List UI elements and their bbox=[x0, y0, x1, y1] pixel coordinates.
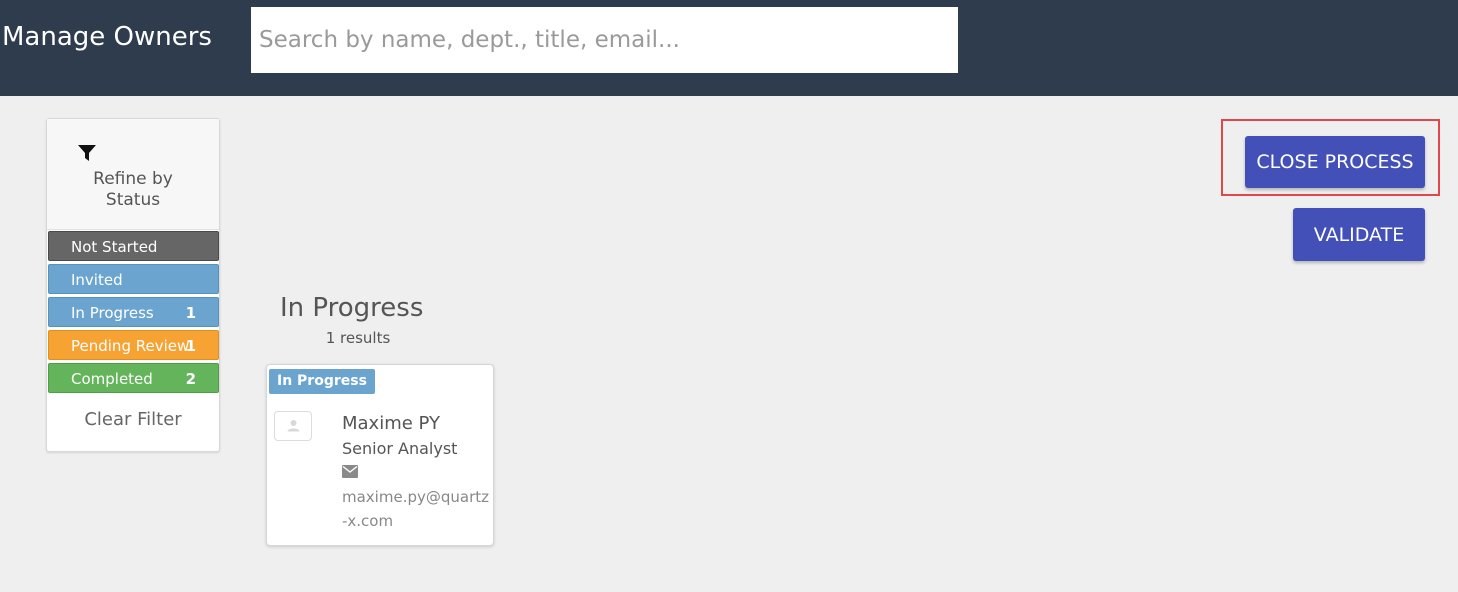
owner-name: Maxime PY bbox=[342, 413, 440, 434]
status-filter-completed[interactable]: Completed 2 bbox=[48, 363, 219, 393]
status-filter-not-started[interactable]: Not Started bbox=[48, 231, 219, 261]
filter-icon bbox=[78, 145, 96, 161]
status-filter-in-progress[interactable]: In Progress 1 bbox=[48, 297, 219, 327]
status-count: 1 bbox=[185, 337, 196, 355]
status-count: 1 bbox=[185, 304, 196, 322]
status-label: Pending Review bbox=[71, 337, 190, 355]
owner-card[interactable]: In Progress Maxime PY Senior Analyst max… bbox=[266, 364, 494, 546]
status-label: Completed bbox=[71, 370, 153, 388]
close-process-button[interactable]: CLOSE PROCESS bbox=[1245, 136, 1425, 188]
section-title: In Progress bbox=[280, 293, 424, 323]
owner-job-title: Senior Analyst bbox=[342, 439, 458, 458]
clear-filter-link[interactable]: Clear Filter bbox=[47, 409, 219, 430]
status-filter-invited[interactable]: Invited bbox=[48, 264, 219, 294]
search-input[interactable] bbox=[251, 7, 958, 73]
search-box[interactable] bbox=[251, 7, 958, 73]
status-label: Invited bbox=[71, 271, 123, 289]
owner-email-link[interactable]: maxime.py@quartz-x.com bbox=[342, 485, 493, 533]
filter-header: Refine by Status bbox=[47, 119, 219, 230]
avatar bbox=[274, 411, 312, 441]
user-icon bbox=[287, 420, 300, 432]
status-badge: In Progress bbox=[269, 369, 375, 394]
status-filter-pending-review[interactable]: Pending Review 1 bbox=[48, 330, 219, 360]
page-title: Manage Owners bbox=[2, 22, 212, 52]
top-bar: Manage Owners bbox=[0, 0, 1458, 96]
filter-title: Refine by Status bbox=[47, 169, 219, 211]
status-label: In Progress bbox=[71, 304, 154, 322]
result-count: 1 results bbox=[325, 329, 391, 347]
envelope-icon bbox=[342, 465, 358, 478]
status-label: Not Started bbox=[71, 238, 158, 256]
filter-title-text: Refine by Status bbox=[93, 169, 173, 210]
status-filter-panel: Refine by Status Not Started Invited In … bbox=[46, 118, 220, 452]
validate-button[interactable]: VALIDATE bbox=[1293, 208, 1425, 261]
status-count: 2 bbox=[185, 370, 196, 388]
